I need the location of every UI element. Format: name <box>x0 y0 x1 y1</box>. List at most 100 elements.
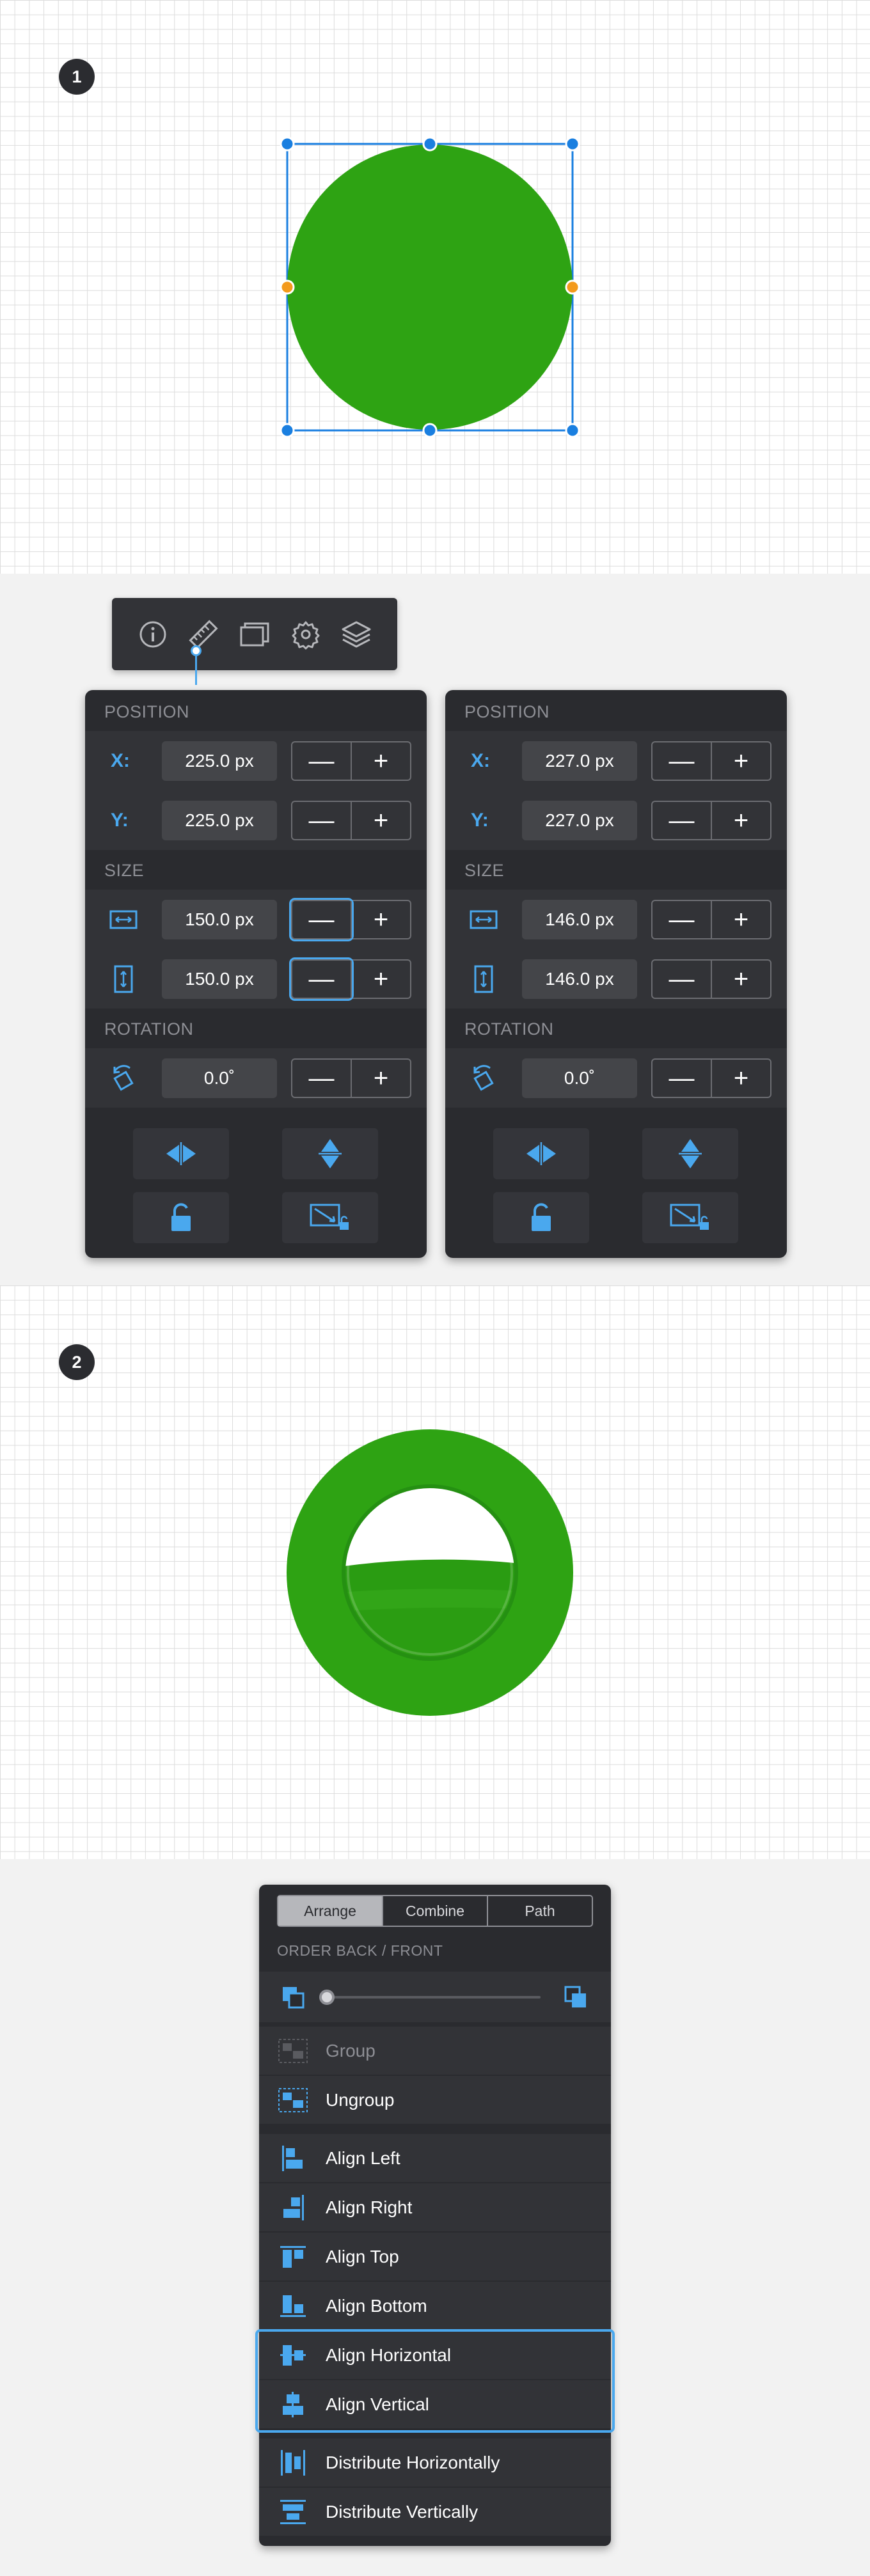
constrain-proportions-icon <box>670 1204 709 1230</box>
width-increment-button[interactable]: + <box>711 900 770 938</box>
width-decrement-button[interactable]: — <box>652 901 711 938</box>
distribute-vertically-row[interactable]: Distribute Vertically <box>259 2488 611 2536</box>
lock-button[interactable] <box>133 1192 229 1243</box>
rotation-increment-button[interactable]: + <box>711 1059 770 1097</box>
rotation-increment-button[interactable]: + <box>351 1059 410 1097</box>
send-to-back-icon[interactable] <box>277 1981 309 2013</box>
arrange-section: Arrange Combine Path ORDER BACK / FRONT … <box>0 1859 870 2576</box>
height-icon <box>107 963 139 995</box>
y-row: Y: 225.0 px — + <box>85 790 427 850</box>
width-decrement-button[interactable]: — <box>289 897 354 941</box>
distribute-horizontally-label: Distribute Horizontally <box>326 2452 500 2472</box>
rotation-icon <box>468 1062 500 1094</box>
rotation-decrement-button[interactable]: — <box>652 1060 711 1097</box>
gear-icon[interactable] <box>289 617 323 652</box>
y-stepper: — + <box>291 800 411 840</box>
ruler-icon[interactable] <box>186 617 221 652</box>
rotation-input[interactable]: 0.0˚ <box>522 1058 637 1098</box>
width-increment-button[interactable]: + <box>351 900 410 938</box>
align-top-label: Align Top <box>326 2246 399 2266</box>
y-input[interactable]: 227.0 px <box>522 800 637 840</box>
distribute-vertically-label: Distribute Vertically <box>326 2501 478 2522</box>
height-increment-button[interactable]: + <box>351 960 410 998</box>
info-icon[interactable] <box>136 617 170 652</box>
tab-combine[interactable]: Combine <box>382 1896 487 1926</box>
rotation-input[interactable]: 0.0˚ <box>162 1058 277 1098</box>
order-slider-track[interactable] <box>323 1996 541 1999</box>
ungroup-row[interactable]: Ungroup <box>259 2076 611 2124</box>
width-input[interactable]: 146.0 px <box>522 899 637 939</box>
flip-vertical-icon <box>319 1139 342 1168</box>
align-right-row[interactable]: Align Right <box>259 2183 611 2232</box>
flip-horizontal-button[interactable] <box>133 1128 229 1179</box>
distribute-horizontally-row[interactable]: Distribute Horizontally <box>259 2439 611 2487</box>
y-increment-button[interactable]: + <box>711 801 770 839</box>
rotation-header: ROTATION <box>464 1019 554 1039</box>
tab-arrange[interactable]: Arrange <box>278 1896 382 1926</box>
rotation-row: 0.0˚ — + <box>85 1048 427 1108</box>
bring-to-front-icon[interactable] <box>560 1981 592 2013</box>
lock-button[interactable] <box>493 1192 589 1243</box>
order-header: ORDER BACK / FRONT <box>277 1942 443 1959</box>
flip-vertical-button[interactable] <box>282 1128 378 1179</box>
selected-circle[interactable] <box>0 0 870 574</box>
x-decrement-button[interactable]: — <box>292 742 351 780</box>
align-left-row[interactable]: Align Left <box>259 2134 611 2183</box>
constrain-proportions-button[interactable] <box>282 1192 378 1243</box>
y-label: Y: <box>471 809 489 831</box>
toolbar-connector-dot <box>191 645 202 656</box>
resize-handle-top-left <box>280 136 295 152</box>
align-top-row[interactable]: Align Top <box>259 2233 611 2281</box>
height-decrement-button[interactable]: — <box>289 957 354 1001</box>
rotation-stepper: — + <box>651 1058 771 1098</box>
layers-copy-icon[interactable] <box>237 617 272 652</box>
x-increment-button[interactable]: + <box>351 742 410 780</box>
position-header: POSITION <box>104 702 190 721</box>
inspector-toolbar <box>112 598 397 670</box>
flip-vertical-button[interactable] <box>642 1128 738 1179</box>
y-stepper: — + <box>651 800 771 840</box>
y-label: Y: <box>111 809 129 831</box>
align-bottom-label: Align Bottom <box>326 2295 427 2316</box>
x-increment-button[interactable]: + <box>711 742 770 780</box>
constrain-proportions-button[interactable] <box>642 1192 738 1243</box>
x-decrement-button[interactable]: — <box>652 742 711 780</box>
inspector-panel-after: POSITION X: 227.0 px — + Y: 227.0 px — +… <box>445 690 787 1258</box>
canvas-step-2: 2 <box>0 1285 870 1859</box>
x-input[interactable]: 225.0 px <box>162 741 277 781</box>
y-decrement-button[interactable]: — <box>292 802 351 839</box>
width-icon <box>468 904 500 936</box>
resize-handle-bottom-left <box>280 423 295 438</box>
align-bottom-row[interactable]: Align Bottom <box>259 2282 611 2330</box>
x-row: X: 225.0 px — + <box>85 731 427 790</box>
rotation-row: 0.0˚ — + <box>445 1048 787 1108</box>
tab-path[interactable]: Path <box>487 1896 592 1926</box>
stack-layers-icon[interactable] <box>339 617 374 652</box>
size-header: SIZE <box>104 860 145 880</box>
width-input[interactable]: 150.0 px <box>162 899 277 939</box>
height-row: 150.0 px — + <box>85 949 427 1009</box>
y-increment-button[interactable]: + <box>351 801 410 839</box>
align-highlight-box <box>255 2329 615 2433</box>
group-label: Group <box>326 2040 376 2061</box>
height-stepper: — + <box>289 957 411 1001</box>
height-increment-button[interactable]: + <box>711 960 770 998</box>
align-left-icon <box>277 2142 309 2174</box>
arrange-panel: Arrange Combine Path ORDER BACK / FRONT … <box>259 1885 611 2546</box>
rotation-stepper: — + <box>291 1058 411 1098</box>
y-input[interactable]: 225.0 px <box>162 800 277 840</box>
flip-horizontal-button[interactable] <box>493 1128 589 1179</box>
order-slider-row <box>259 1972 611 2023</box>
position-header: POSITION <box>464 702 550 721</box>
height-icon <box>468 963 500 995</box>
height-decrement-button[interactable]: — <box>652 961 711 998</box>
height-input[interactable]: 146.0 px <box>522 959 637 999</box>
height-input[interactable]: 150.0 px <box>162 959 277 999</box>
x-input[interactable]: 227.0 px <box>522 741 637 781</box>
y-decrement-button[interactable]: — <box>652 802 711 839</box>
width-row: 150.0 px — + <box>85 890 427 949</box>
group-row[interactable]: Group <box>259 2027 611 2075</box>
inspector-panel-before: POSITION X: 225.0 px — + Y: 225.0 px — +… <box>85 690 427 1258</box>
rotation-decrement-button[interactable]: — <box>292 1060 351 1097</box>
order-slider-thumb[interactable] <box>319 1990 335 2005</box>
